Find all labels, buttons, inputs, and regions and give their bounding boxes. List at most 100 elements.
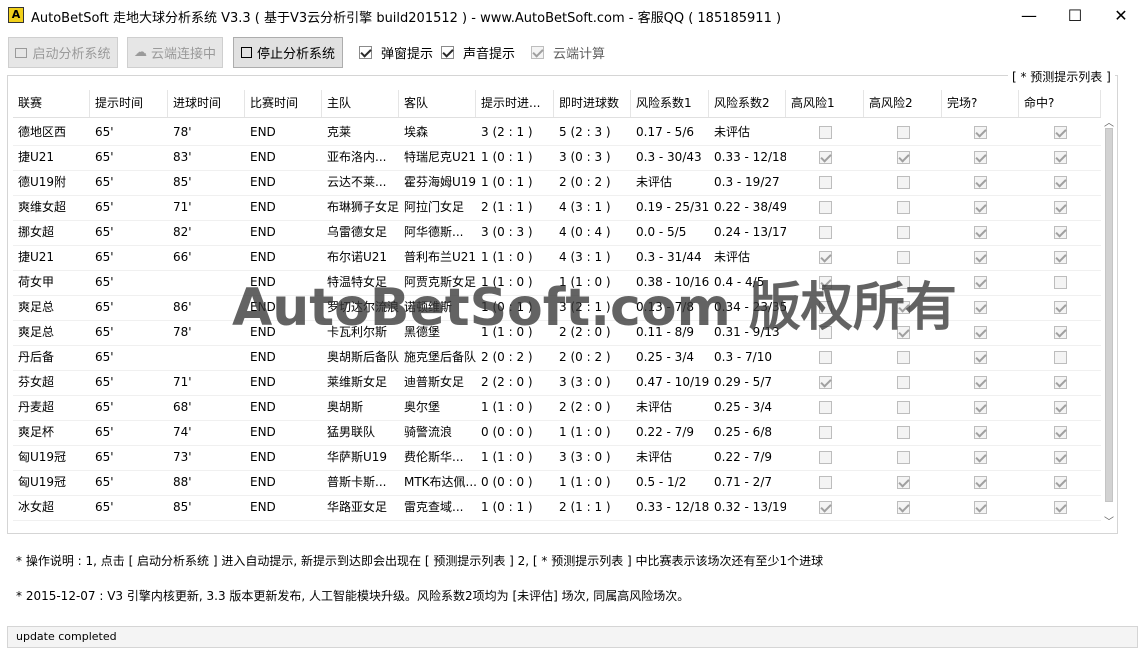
high-risk2-checkbox[interactable] (896, 376, 910, 389)
finished-checkbox[interactable] (974, 426, 987, 439)
finished-checkbox[interactable] (974, 276, 987, 289)
high-risk1-checkbox[interactable] (818, 376, 832, 389)
hit-checkbox[interactable] (1053, 501, 1067, 514)
hit-checkbox[interactable] (1053, 351, 1067, 364)
stop-analysis-button[interactable]: 停止分析系统 (233, 37, 343, 68)
table-row[interactable]: 捷U21 65' 83' END 亚布洛内... 特瑞尼克U21 1 (0 : 1 ) 3 (… (13, 145, 1101, 171)
finished-checkbox[interactable] (974, 501, 987, 514)
cloud-calc-box[interactable] (531, 46, 544, 59)
hit-checkbox[interactable] (1053, 476, 1067, 489)
high-risk1-checkbox[interactable] (818, 251, 832, 264)
scroll-down-icon[interactable]: ﹀ (1103, 518, 1115, 528)
hit-checkbox[interactable] (1053, 226, 1067, 239)
finished-checkbox[interactable] (974, 301, 987, 314)
finished-checkbox[interactable] (974, 176, 987, 189)
finished-checkbox[interactable] (974, 226, 987, 239)
hit-checkbox[interactable] (1053, 151, 1067, 164)
column-header-goal-time[interactable]: 进球时间 (168, 90, 245, 117)
high-risk1-checkbox[interactable] (818, 476, 832, 489)
high-risk2-checkbox[interactable] (896, 126, 910, 139)
finished-checkbox[interactable] (974, 251, 987, 264)
column-header-high-risk2[interactable]: 高风险2 (864, 90, 942, 117)
high-risk2-checkbox[interactable] (896, 226, 910, 239)
high-risk2-checkbox[interactable] (896, 251, 910, 264)
hit-checkbox[interactable] (1053, 251, 1067, 264)
high-risk2-checkbox[interactable] (896, 151, 910, 164)
high-risk2-checkbox[interactable] (896, 401, 910, 414)
table-row[interactable]: 芬女超 65' 71' END 莱维斯女足 迪普斯女足 2 (2 : 0 ) 3 (3 : 0… (13, 370, 1101, 396)
finished-checkbox[interactable] (974, 376, 987, 389)
high-risk2-checkbox[interactable] (896, 426, 910, 439)
finished-checkbox[interactable] (974, 201, 987, 214)
column-header-risk2[interactable]: 风险系数2 (709, 90, 786, 117)
high-risk2-checkbox[interactable] (896, 476, 910, 489)
column-header-finished[interactable]: 完场? (942, 90, 1019, 117)
finished-checkbox[interactable] (974, 401, 987, 414)
high-risk2-checkbox[interactable] (896, 501, 910, 514)
high-risk1-checkbox[interactable] (818, 226, 832, 239)
hit-checkbox[interactable] (1053, 201, 1067, 214)
column-header-high-risk1[interactable]: 高风险1 (786, 90, 864, 117)
finished-checkbox[interactable] (974, 476, 987, 489)
hit-checkbox[interactable] (1053, 401, 1067, 414)
column-header-league[interactable]: 联赛 (13, 90, 90, 117)
high-risk1-checkbox[interactable] (818, 426, 832, 439)
table-row[interactable]: 丹后备 65' END 奥胡斯后备队 施克堡后备队 2 (0 : 2 ) 2 (0 : 2 … (13, 345, 1101, 371)
sound-alert-checkbox[interactable]: 声音提示 (441, 43, 515, 62)
minimize-button[interactable]: — (1006, 0, 1052, 31)
high-risk1-checkbox[interactable] (818, 151, 832, 164)
hit-checkbox[interactable] (1053, 451, 1067, 464)
cloud-connect-button[interactable]: ☁ 云端连接中 (127, 37, 223, 68)
hit-checkbox[interactable] (1053, 426, 1067, 439)
table-row[interactable]: 匈U19冠 65' 73' END 华萨斯U19 费伦斯华... 1 (1 : 0 ) 3 (… (13, 445, 1101, 471)
maximize-button[interactable]: ☐ (1052, 0, 1098, 31)
hit-checkbox[interactable] (1053, 301, 1067, 314)
popup-alert-checkbox[interactable]: 弹窗提示 (359, 43, 433, 62)
high-risk1-checkbox[interactable] (818, 401, 832, 414)
finished-checkbox[interactable] (974, 451, 987, 464)
table-row[interactable]: 德地区西 65' 78' END 克莱 埃森 3 (2 : 1 ) 5 (2 : 3 ) 0.1… (13, 120, 1101, 146)
vertical-scrollbar[interactable]: ︿ ﹀ (1103, 119, 1115, 528)
high-risk1-checkbox[interactable] (818, 176, 832, 189)
cloud-calc-checkbox[interactable]: 云端计算 (531, 43, 605, 62)
finished-checkbox[interactable] (974, 151, 987, 164)
hit-checkbox[interactable] (1053, 376, 1067, 389)
high-risk2-checkbox[interactable] (896, 351, 910, 364)
finished-checkbox[interactable] (974, 351, 987, 364)
column-header-live-goals[interactable]: 即时进球数 (554, 90, 631, 117)
table-row[interactable]: 挪女超 65' 82' END 乌雷德女足 阿华德斯... 3 (0 : 3 ) 4 (0 :… (13, 220, 1101, 246)
column-header-match-time[interactable]: 比赛时间 (245, 90, 322, 117)
close-button[interactable]: ✕ (1098, 0, 1144, 31)
high-risk2-checkbox[interactable] (896, 451, 910, 464)
high-risk2-checkbox[interactable] (896, 176, 910, 189)
scroll-up-icon[interactable]: ︿ (1103, 119, 1115, 129)
table-row[interactable]: 冰女超 65' 85' END 华路亚女足 雷克查域... 1 (0 : 1 ) 2 (1 :… (13, 495, 1101, 521)
high-risk2-checkbox[interactable] (896, 201, 910, 214)
column-header-tip-time[interactable]: 提示时间 (90, 90, 168, 117)
popup-alert-box[interactable] (359, 46, 372, 59)
table-row[interactable]: 爽足杯 65' 74' END 猛男联队 骑警流浪 0 (0 : 0 ) 1 (1 : 0 )… (13, 420, 1101, 446)
column-header-home-team[interactable]: 主队 (322, 90, 399, 117)
sound-alert-box[interactable] (441, 46, 454, 59)
table-row[interactable]: 丹麦超 65' 68' END 奥胡斯 奥尔堡 1 (1 : 0 ) 2 (2 : 0 ) 未评… (13, 395, 1101, 421)
finished-checkbox[interactable] (974, 126, 987, 139)
table-row[interactable]: 匈U19冠 65' 88' END 普斯卡斯... MTK布达佩... 0 (0 : 0 )… (13, 470, 1101, 496)
start-analysis-button[interactable]: 启动分析系统 (8, 37, 118, 68)
high-risk1-checkbox[interactable] (818, 451, 832, 464)
high-risk1-checkbox[interactable] (818, 126, 832, 139)
column-header-hit[interactable]: 命中? (1019, 90, 1101, 117)
high-risk1-checkbox[interactable] (818, 201, 832, 214)
table-row[interactable]: 德U19附 65' 85' END 云达不莱... 霍芬海姆U19 1 (0 : 1 ) 2 … (13, 170, 1101, 196)
hit-checkbox[interactable] (1053, 126, 1067, 139)
column-header-tip-score[interactable]: 提示时进... (476, 90, 554, 117)
column-header-risk1[interactable]: 风险系数1 (631, 90, 709, 117)
finished-checkbox[interactable] (974, 326, 987, 339)
high-risk1-checkbox[interactable] (818, 351, 832, 364)
table-row[interactable]: 爽维女超 65' 71' END 布琳狮子女足 阿拉门女足 2 (1 : 1 ) 4 (3 :… (13, 195, 1101, 221)
hit-checkbox[interactable] (1053, 276, 1067, 289)
hit-checkbox[interactable] (1053, 326, 1067, 339)
column-header-away-team[interactable]: 客队 (399, 90, 476, 117)
scroll-thumb[interactable] (1105, 128, 1113, 502)
hit-checkbox[interactable] (1053, 176, 1067, 189)
high-risk1-checkbox[interactable] (818, 501, 832, 514)
